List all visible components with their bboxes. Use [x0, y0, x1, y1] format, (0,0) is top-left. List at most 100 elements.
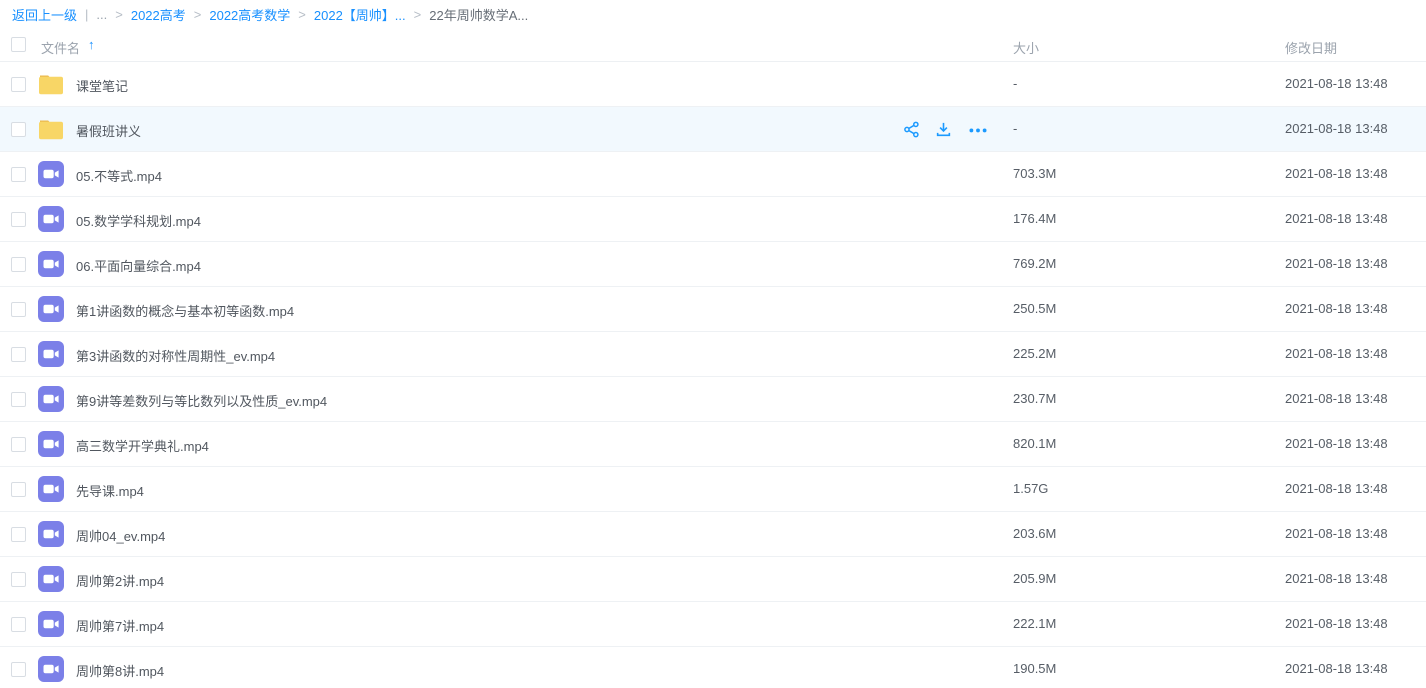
file-date: 2021-08-18 13:48	[1285, 436, 1388, 451]
table-row[interactable]: 第1讲函数的概念与基本初等函数.mp4 250.5M 2021-08-18 13…	[0, 287, 1426, 332]
file-name[interactable]: 先导课.mp4	[76, 481, 144, 500]
table-row[interactable]: 高三数学开学典礼.mp4 820.1M 2021-08-18 13:48	[0, 422, 1426, 467]
file-name[interactable]: 课堂笔记	[76, 76, 128, 95]
row-checkbox[interactable]	[11, 662, 26, 677]
file-manager: 返回上一级 | ... > 2022高考 > 2022高考数学 > 2022【周…	[0, 0, 1426, 688]
table-row[interactable]: 先导课.mp4 1.57G 2021-08-18 13:48	[0, 467, 1426, 512]
breadcrumb-link-3[interactable]: 2022【周帅】...	[314, 5, 406, 24]
file-size: -	[1013, 76, 1017, 91]
table-row[interactable]: 周帅第8讲.mp4 190.5M 2021-08-18 13:48	[0, 647, 1426, 688]
row-checkbox[interactable]	[11, 437, 26, 452]
breadcrumb-current: 22年周帅数学A...	[429, 5, 528, 24]
file-name[interactable]: 05.数学学科规划.mp4	[76, 211, 201, 230]
row-checkbox[interactable]	[11, 302, 26, 317]
row-checkbox[interactable]	[11, 482, 26, 497]
breadcrumb-divider: |	[85, 7, 88, 22]
select-all-checkbox[interactable]	[11, 37, 26, 52]
file-date: 2021-08-18 13:48	[1285, 346, 1388, 361]
file-size: 250.5M	[1013, 301, 1056, 316]
file-date: 2021-08-18 13:48	[1285, 661, 1388, 676]
file-name[interactable]: 第9讲等差数列与等比数列以及性质_ev.mp4	[76, 391, 327, 410]
file-size: 769.2M	[1013, 256, 1056, 271]
file-size: 205.9M	[1013, 571, 1056, 586]
video-file-icon	[38, 521, 64, 547]
file-name[interactable]: 周帅第8讲.mp4	[76, 661, 164, 680]
file-size: 820.1M	[1013, 436, 1056, 451]
row-checkbox[interactable]	[11, 527, 26, 542]
table-row[interactable]: 05.数学学科规划.mp4 176.4M 2021-08-18 13:48	[0, 197, 1426, 242]
file-name[interactable]: 05.不等式.mp4	[76, 166, 162, 185]
download-icon[interactable]	[935, 121, 952, 138]
breadcrumb-back-link[interactable]: 返回上一级	[12, 5, 77, 24]
table-row[interactable]: 周帅第7讲.mp4 222.1M 2021-08-18 13:48	[0, 602, 1426, 647]
table-row[interactable]: 05.不等式.mp4 703.3M 2021-08-18 13:48	[0, 152, 1426, 197]
file-size: 222.1M	[1013, 616, 1056, 631]
file-name[interactable]: 第3讲函数的对称性周期性_ev.mp4	[76, 346, 275, 365]
file-date: 2021-08-18 13:48	[1285, 526, 1388, 541]
file-name[interactable]: 周帅第2讲.mp4	[76, 571, 164, 590]
file-list: 课堂笔记 - 2021-08-18 13:48 暑假班讲义	[0, 62, 1426, 688]
table-row[interactable]: 周帅04_ev.mp4 203.6M 2021-08-18 13:48	[0, 512, 1426, 557]
file-date: 2021-08-18 13:48	[1285, 211, 1388, 226]
table-row[interactable]: 第9讲等差数列与等比数列以及性质_ev.mp4 230.7M 2021-08-1…	[0, 377, 1426, 422]
video-file-icon	[38, 161, 64, 187]
video-file-icon	[38, 296, 64, 322]
row-hover-actions	[903, 121, 984, 138]
table-row[interactable]: 周帅第2讲.mp4 205.9M 2021-08-18 13:48	[0, 557, 1426, 602]
sort-ascending-icon[interactable]: ↑	[88, 37, 95, 52]
row-checkbox[interactable]	[11, 617, 26, 632]
folder-icon	[38, 74, 64, 100]
file-date: 2021-08-18 13:48	[1285, 301, 1388, 316]
file-size: 703.3M	[1013, 166, 1056, 181]
breadcrumb-separator: >	[414, 7, 422, 22]
table-row[interactable]: 暑假班讲义	[0, 107, 1426, 152]
file-date: 2021-08-18 13:48	[1285, 571, 1388, 586]
file-date: 2021-08-18 13:48	[1285, 481, 1388, 496]
file-date: 2021-08-18 13:48	[1285, 166, 1388, 181]
breadcrumb: 返回上一级 | ... > 2022高考 > 2022高考数学 > 2022【周…	[0, 0, 1426, 28]
file-date: 2021-08-18 13:48	[1285, 391, 1388, 406]
row-checkbox[interactable]	[11, 212, 26, 227]
row-checkbox[interactable]	[11, 77, 26, 92]
file-name[interactable]: 第1讲函数的概念与基本初等函数.mp4	[76, 301, 294, 320]
file-size: 225.2M	[1013, 346, 1056, 361]
file-size: 230.7M	[1013, 391, 1056, 406]
file-size: 1.57G	[1013, 481, 1048, 496]
row-checkbox[interactable]	[11, 167, 26, 182]
row-checkbox[interactable]	[11, 572, 26, 587]
video-file-icon	[38, 341, 64, 367]
breadcrumb-collapsed[interactable]: ...	[96, 7, 107, 22]
breadcrumb-separator: >	[298, 7, 306, 22]
video-file-icon	[38, 566, 64, 592]
file-name[interactable]: 06.平面向量综合.mp4	[76, 256, 201, 275]
video-file-icon	[38, 386, 64, 412]
file-name[interactable]: 周帅04_ev.mp4	[76, 526, 165, 545]
share-icon[interactable]	[903, 121, 920, 138]
breadcrumb-link-1[interactable]: 2022高考	[131, 5, 186, 24]
file-size: -	[1013, 121, 1017, 136]
row-checkbox[interactable]	[11, 347, 26, 362]
file-name[interactable]: 暑假班讲义	[76, 121, 141, 140]
file-size: 203.6M	[1013, 526, 1056, 541]
row-checkbox[interactable]	[11, 392, 26, 407]
breadcrumb-separator: >	[115, 7, 123, 22]
video-file-icon	[38, 656, 64, 682]
file-date: 2021-08-18 13:48	[1285, 121, 1388, 136]
table-row[interactable]: 06.平面向量综合.mp4 769.2M 2021-08-18 13:48	[0, 242, 1426, 287]
file-name[interactable]: 高三数学开学典礼.mp4	[76, 436, 209, 455]
column-header-date[interactable]: 修改日期	[1285, 38, 1337, 57]
folder-icon	[38, 119, 64, 145]
file-size: 176.4M	[1013, 211, 1056, 226]
more-icon[interactable]	[967, 121, 984, 138]
row-checkbox[interactable]	[11, 122, 26, 137]
file-date: 2021-08-18 13:48	[1285, 76, 1388, 91]
video-file-icon	[38, 431, 64, 457]
column-header-filename[interactable]: 文件名	[41, 38, 80, 57]
column-header-size[interactable]: 大小	[1013, 38, 1039, 57]
row-checkbox[interactable]	[11, 257, 26, 272]
breadcrumb-link-2[interactable]: 2022高考数学	[209, 5, 290, 24]
table-row[interactable]: 第3讲函数的对称性周期性_ev.mp4 225.2M 2021-08-18 13…	[0, 332, 1426, 377]
file-name[interactable]: 周帅第7讲.mp4	[76, 616, 164, 635]
table-row[interactable]: 课堂笔记 - 2021-08-18 13:48	[0, 62, 1426, 107]
video-file-icon	[38, 476, 64, 502]
